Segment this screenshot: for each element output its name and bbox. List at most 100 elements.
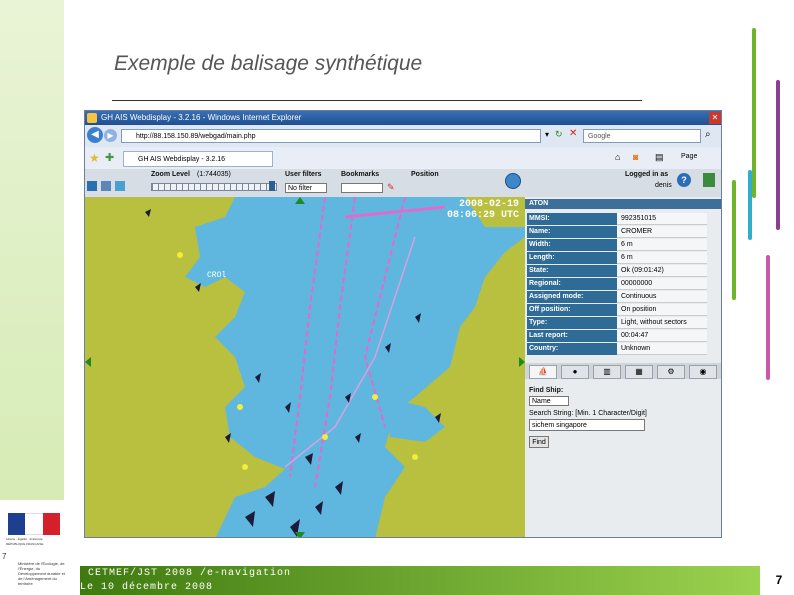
position-label: Position (411, 171, 439, 178)
forward-icon[interactable]: ▶ (104, 129, 117, 142)
aton-field-key: State: (527, 265, 617, 277)
search-placeholder: Google (588, 133, 611, 140)
timestamp-time: 08:06:29 UTC (447, 210, 520, 221)
aton-field-row: Assigned mode: Continuous (527, 291, 707, 303)
address-row: ◀ ▶ http://88.158.150.89/webgad/main.php… (85, 125, 721, 147)
right-decorative-stripes (720, 20, 794, 390)
aton-header: ATON (525, 199, 721, 209)
close-icon[interactable]: ✕ (709, 112, 721, 124)
page-menu[interactable]: Page (681, 153, 697, 160)
aton-field-value: Unknown (617, 343, 707, 355)
window-title: GH AIS Webdisplay - 3.2.16 - Windows Int… (101, 113, 302, 122)
search-input[interactable]: Google (583, 129, 701, 143)
side-number: 7 (2, 552, 7, 561)
print-icon[interactable]: ▤ (655, 152, 664, 163)
feeds-icon[interactable]: ◙ (633, 152, 638, 162)
title-divider (112, 100, 642, 101)
stop-icon[interactable]: ✕ (569, 128, 577, 139)
address-text: http://88.158.150.89/webgad/main.php (136, 133, 256, 140)
add-favorite-icon[interactable]: ✚ (105, 151, 114, 164)
zoom-slider[interactable] (151, 183, 277, 191)
aton-field-key: Length: (527, 252, 617, 264)
clock-icon[interactable] (505, 173, 521, 189)
aton-field-key: MMSI: (527, 213, 617, 225)
tab-settings-icon[interactable]: ⚙ (657, 365, 685, 379)
bookmark-tools-icon[interactable]: ✎ (387, 182, 395, 193)
find-ship-form: Find Ship: Name Search String: [Min. 1 C… (529, 387, 715, 467)
info-panel: ATON MMSI: 992351015 Name: CROMER Width: 6 mL… (525, 197, 721, 537)
aton-field-row: Width: 6 m (527, 239, 707, 251)
footer-line-2: Le 10 décembre 2008 (80, 582, 214, 593)
panel-tabs: ⛵ ● ▥ ▦ ⚙ ◉ (525, 363, 721, 379)
menu-icon[interactable] (87, 181, 97, 191)
aton-field-value: Continuous (617, 291, 707, 303)
slide-title: Exemple de balisage synthétique (114, 52, 423, 75)
tab-view-icon[interactable]: ◉ (689, 365, 717, 379)
help-icon[interactable]: ? (677, 173, 691, 187)
republique-flag-logo (8, 513, 60, 535)
zoom-label: Zoom Level (151, 171, 190, 178)
tab-ship-icon[interactable]: ⛵ (529, 365, 557, 379)
aton-field-value: Light, without sectors (617, 317, 707, 329)
sea-icon[interactable] (115, 181, 125, 191)
uk-land (85, 197, 285, 537)
user-filter-select[interactable]: No filter (285, 183, 327, 193)
tab-globe-icon[interactable]: ● (561, 365, 589, 379)
aton-field-value: 6 m (617, 252, 707, 264)
logout-icon[interactable] (703, 173, 715, 187)
aton-field-row: Name: CROMER (527, 226, 707, 238)
refresh-icon[interactable]: ↻ (555, 129, 563, 140)
ais-map[interactable]: CROl 2008-02-19 08:06:29 UTC (85, 197, 525, 537)
aton-field-key: Name: (527, 226, 617, 238)
find-button[interactable]: Find (529, 436, 549, 448)
aton-fields: MMSI: 992351015 Name: CROMER Width: 6 m Length… (525, 213, 721, 355)
aton-field-row: Off position: On position (527, 304, 707, 316)
aton-field-key: Last report: (527, 330, 617, 342)
layers-icon[interactable] (101, 181, 111, 191)
aton-field-value: 00000000 (617, 278, 707, 290)
aton-field-value: 00:04:47 (617, 330, 707, 342)
tab-gh-ais[interactable]: GH AIS Webdisplay - 3.2.16 (123, 151, 273, 167)
back-icon[interactable]: ◀ (87, 127, 103, 143)
map-label-cromer: CROl (207, 271, 227, 280)
aton-field-row: Length: 6 m (527, 252, 707, 264)
ministry-text: Ministère de l'Écologie, de l'Énergie, d… (18, 561, 65, 586)
aton-field-row: Last report: 00:04:47 (527, 330, 707, 342)
aton-field-value: Ok (09:01:42) (617, 265, 707, 277)
continent-land (375, 237, 525, 537)
dropdown-icon[interactable]: ▾ (545, 130, 549, 139)
favorites-star-icon[interactable]: ★ (89, 151, 100, 165)
aton-field-key: Type: (527, 317, 617, 329)
tab-report-icon[interactable]: ▦ (625, 365, 653, 379)
bookmarks-select[interactable] (341, 183, 383, 193)
browser-window: GH AIS Webdisplay - 3.2.16 - Windows Int… (84, 110, 722, 538)
aton-field-row: State: Ok (09:01:42) (527, 265, 707, 277)
tab-row: ★ ✚ GH AIS Webdisplay - 3.2.16 ⌂ ◙ ▤ Pag… (85, 147, 721, 170)
aton-field-row: Regional: 00000000 (527, 278, 707, 290)
user-filters-label: User filters (285, 171, 322, 178)
logo-motto: Liberté · Égalité · Fraternité (6, 537, 43, 541)
logo-area: Liberté · Égalité · Fraternité RÉPUBLIQU… (0, 505, 72, 595)
home-icon[interactable]: ⌂ (615, 152, 620, 162)
tab-list-icon[interactable]: ▥ (593, 365, 621, 379)
logged-in-label: Logged in as (625, 171, 669, 178)
find-by-select[interactable]: Name (529, 396, 569, 406)
window-titlebar: GH AIS Webdisplay - 3.2.16 - Windows Int… (85, 111, 721, 125)
search-icon[interactable]: ⌕ (705, 129, 711, 140)
find-by-value: Name (532, 398, 551, 405)
shipping-lane-2 (314, 197, 356, 488)
aton-field-key: Regional: (527, 278, 617, 290)
ship-search-input[interactable]: sichem singapore (529, 419, 645, 431)
pan-up-icon[interactable] (295, 197, 305, 204)
shipping-lane-1 (289, 197, 326, 478)
ship-search-value: sichem singapore (532, 422, 587, 429)
ie-icon (87, 113, 97, 123)
footer-line-1: CETMEF/JST 2008 /e-navigation (88, 568, 292, 579)
aton-field-key: Country: (527, 343, 617, 355)
aton-field-key: Width: (527, 239, 617, 251)
address-bar[interactable]: http://88.158.150.89/webgad/main.php (121, 129, 541, 143)
aton-field-value: 6 m (617, 239, 707, 251)
zoom-slider-handle[interactable] (269, 181, 275, 191)
map-canvas (85, 197, 525, 537)
username: denis (655, 182, 672, 189)
